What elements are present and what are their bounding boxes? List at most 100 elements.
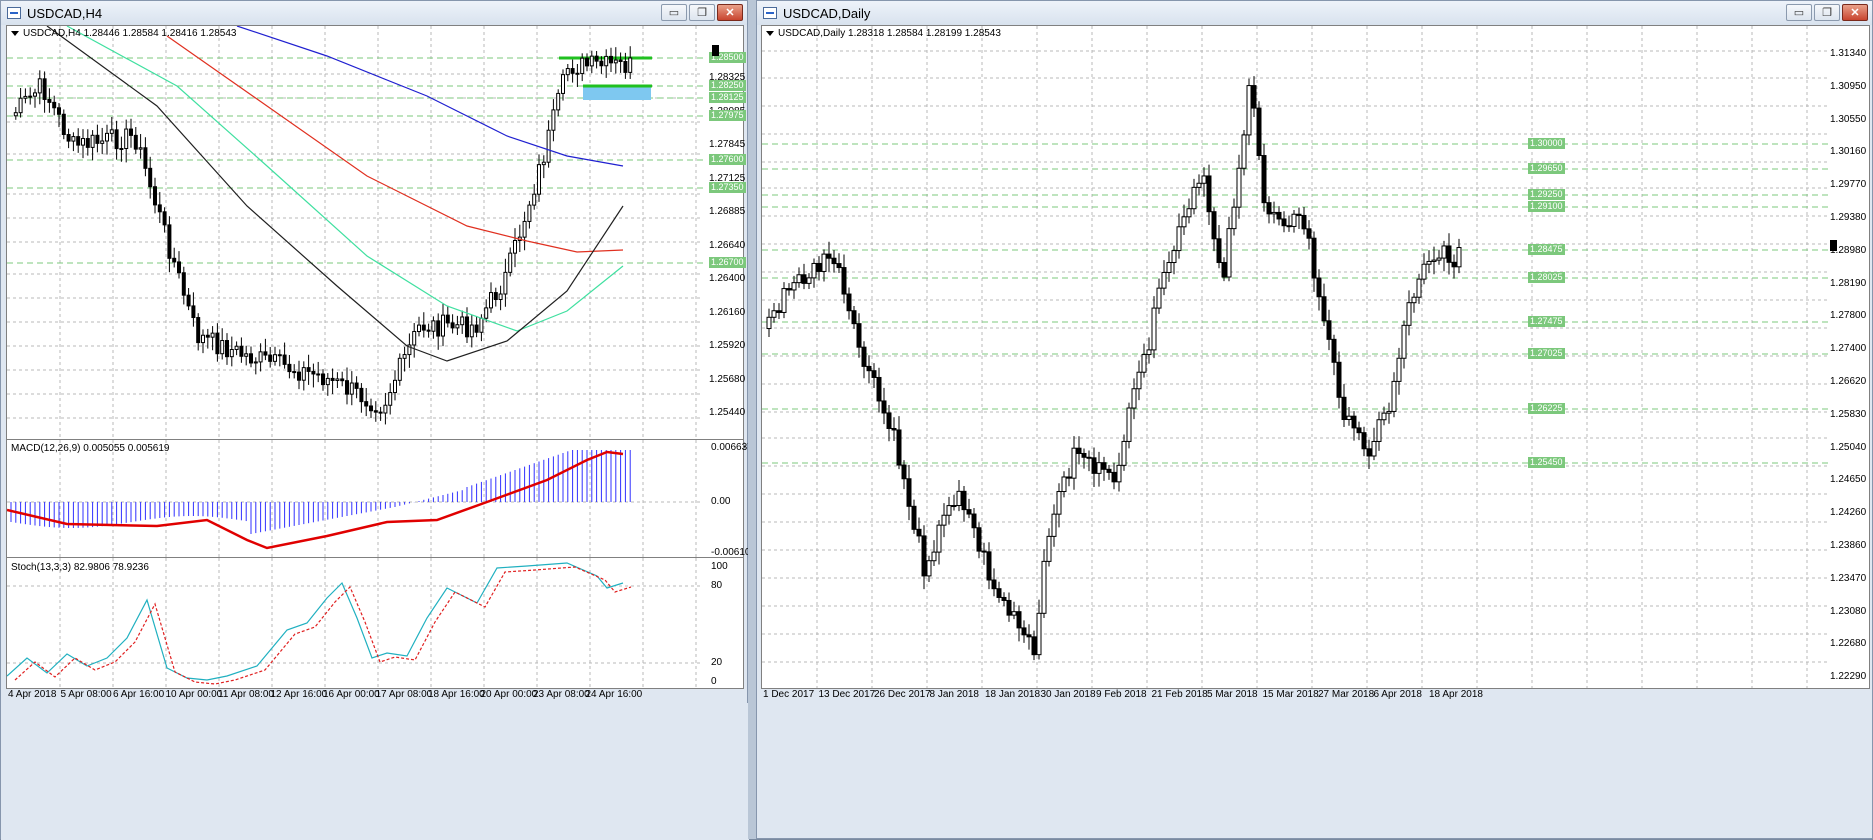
candle-body	[826, 253, 832, 259]
candle-body	[153, 186, 157, 206]
candle-body	[1396, 357, 1402, 382]
h4-window-titlebar[interactable]: USDCAD,H4 ▭ ❐ ✕	[1, 1, 747, 25]
candle-body	[1021, 627, 1027, 636]
restore-button[interactable]: ❐	[1814, 4, 1840, 21]
candle-body	[861, 346, 867, 367]
candle-body	[532, 193, 537, 206]
price-axis-label: 1.25040	[1830, 441, 1867, 453]
time-axis-label: 12 Apr 16:00	[270, 689, 328, 700]
candle-body	[258, 351, 263, 363]
candle-body	[546, 129, 551, 163]
daily-window-titlebar[interactable]: USDCAD,Daily ▭ ❐ ✕	[757, 1, 1872, 25]
candle-body	[1041, 560, 1047, 614]
candle-body	[373, 410, 378, 413]
restore-button[interactable]: ❐	[689, 4, 715, 21]
price-axis-label: 1.22680	[1830, 638, 1867, 650]
h4-price-pane[interactable]: USDCAD,H4 1.28446 1.28584 1.28416 1.2854…	[6, 25, 746, 452]
candle-body	[911, 505, 917, 530]
candle-body	[1101, 462, 1107, 470]
level-tag: 1.28025	[1528, 272, 1565, 283]
candle-body	[580, 57, 585, 75]
candle-body	[771, 310, 777, 318]
candle-body	[811, 262, 817, 279]
price-axis-label: 1.25920	[709, 340, 746, 351]
time-axis-label: 27 Mar 2018	[1318, 689, 1375, 700]
candle-body	[1261, 155, 1267, 204]
candle-body	[570, 68, 575, 74]
candle-body	[513, 239, 517, 254]
price-axis-label: 1.25830	[1830, 408, 1867, 420]
candle-body	[1141, 354, 1147, 373]
candle-body	[330, 377, 335, 381]
daily-price-pane[interactable]: USDCAD,Daily 1.28318 1.28584 1.28199 1.2…	[761, 25, 1870, 689]
candle-body	[1371, 440, 1377, 457]
candle-body	[1001, 596, 1007, 601]
candle-body	[306, 367, 311, 372]
time-axis-label: 4 Apr 2018	[8, 689, 57, 700]
zone-highlight	[583, 86, 651, 100]
candle-body	[1406, 302, 1412, 326]
time-axis-label: 20 Apr 00:00	[480, 689, 538, 700]
candle-body	[37, 78, 42, 94]
candle-body	[1241, 134, 1247, 169]
macd-pane[interactable]: MACD(12,26,9) 0.005055 0.005619 0.006637…	[6, 439, 756, 559]
stoch-axis-20: 20	[711, 657, 723, 668]
candle-body	[354, 382, 359, 389]
candle-body	[1451, 261, 1457, 268]
candle-body	[196, 317, 201, 344]
candle-body	[436, 320, 441, 337]
candle-body	[841, 267, 847, 295]
candle-body	[316, 373, 321, 376]
candle-body	[460, 316, 465, 326]
minimize-button[interactable]: ▭	[1786, 4, 1812, 21]
candle-body	[1301, 214, 1307, 230]
candle-body	[1006, 599, 1012, 616]
minimize-button[interactable]: ▭	[661, 4, 687, 21]
h4-candles	[7, 26, 703, 440]
candle-body	[901, 464, 907, 480]
candle-body	[1341, 396, 1347, 420]
candle-body	[1051, 513, 1057, 537]
candle-body	[921, 535, 927, 577]
candle-body	[986, 551, 992, 581]
candle-body	[402, 354, 407, 359]
candle-body	[124, 128, 129, 150]
time-axis-label: 18 Apr 16:00	[428, 689, 485, 700]
ma-red	[166, 35, 624, 253]
stoch-axis-100: 100	[711, 561, 728, 572]
candle-body	[186, 294, 191, 307]
price-axis-label: 1.26620	[1830, 376, 1867, 387]
candle-body	[426, 329, 431, 332]
price-axis-label: 1.30160	[1830, 146, 1867, 158]
candle-body	[1321, 296, 1327, 322]
candle-body	[1311, 237, 1317, 279]
candle-body	[966, 509, 972, 515]
candle-body	[225, 340, 229, 358]
close-button[interactable]: ✕	[1842, 4, 1868, 21]
candle-body	[1076, 447, 1082, 454]
candle-body	[856, 323, 862, 348]
stochastic-pane[interactable]: Stoch(13,3,3) 82.9806 78.9236 100 80 20 …	[6, 557, 744, 689]
price-axis-label: 1.27845	[709, 139, 746, 150]
candle-body	[1326, 320, 1332, 340]
time-axis-label: 15 Mar 2018	[1262, 689, 1319, 700]
candle-body	[527, 204, 532, 222]
h4-chart-window: USDCAD,H4 ▭ ❐ ✕ USDCAD,H4 1.28446 1.2858…	[0, 0, 756, 840]
candle-body	[801, 274, 807, 284]
candle-body	[541, 161, 546, 166]
candle-body	[66, 134, 71, 142]
candle-body	[628, 57, 633, 73]
candle-body	[786, 288, 792, 291]
close-button[interactable]: ✕	[717, 4, 743, 21]
stoch-label: Stoch(13,3,3) 82.9806 78.9236	[11, 562, 149, 573]
candle-body	[465, 316, 469, 338]
candle-body	[162, 211, 167, 226]
price-axis-label: 1.23860	[1830, 540, 1867, 551]
candle-body	[1366, 448, 1372, 457]
candle-body	[1166, 262, 1172, 273]
candle-body	[891, 427, 897, 431]
candle-body	[951, 505, 957, 508]
candle-body	[1346, 415, 1352, 420]
candle-body	[273, 354, 277, 362]
candle-body	[851, 310, 857, 325]
